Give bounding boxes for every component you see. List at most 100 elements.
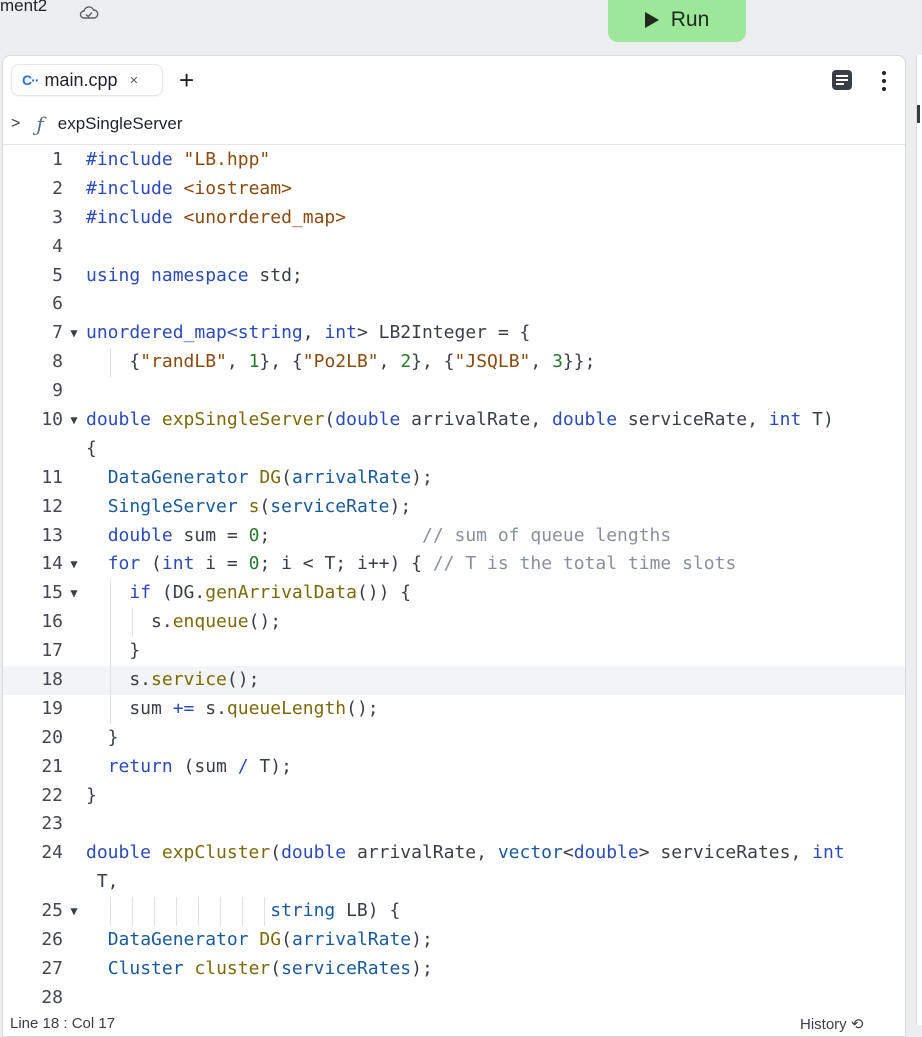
code-editor[interactable]: 1 #include "LB.hpp" 2 #include <iostream> 3 #…	[3, 146, 905, 1013]
more-options-icon[interactable]	[879, 70, 889, 92]
breadcrumb-function-name[interactable]: expSingleServer	[58, 114, 183, 134]
code-line[interactable]: 26 DataGenerator DG(arrivalRate);	[3, 926, 905, 955]
add-tab-icon[interactable]: +	[179, 64, 194, 96]
code-token: double	[86, 842, 162, 864]
code-token: serviceRate	[270, 495, 390, 517]
code-token: serviceRate,	[627, 409, 769, 431]
line-number: 1	[52, 149, 63, 170]
line-number: 16	[41, 611, 63, 633]
code-token: arrivalRate,	[411, 409, 553, 431]
code-token: 3	[552, 351, 563, 373]
code-token: queueLength	[226, 697, 347, 719]
code-token: 1	[248, 351, 260, 373]
line-number: 13	[41, 524, 63, 546]
fold-toggle-icon[interactable]: ▼	[67, 550, 81, 579]
tab-bar: C·· main.cpp × +	[3, 56, 905, 104]
code-text: T,	[86, 868, 119, 897]
code-token: ()) {	[356, 582, 412, 604]
code-line[interactable]: 3 #include <unordered_map>	[3, 204, 905, 233]
code-line[interactable]: 18 s.service();	[3, 666, 905, 695]
fold-toggle-icon[interactable]: ▼	[67, 579, 81, 608]
code-line[interactable]: T,	[3, 868, 905, 897]
code-text: sum += s.queueLength();	[86, 695, 378, 724]
code-text: double expSingleServer(double arrivalRat…	[86, 406, 834, 435]
code-line[interactable]: 16 s.enqueue();	[3, 608, 905, 638]
code-token: #include	[86, 149, 184, 170]
code-token: /	[237, 755, 249, 777]
tab-label: main.cpp	[44, 69, 118, 90]
code-text: double expCluster(double arrivalRate, ve…	[86, 839, 845, 868]
code-token: }, {	[259, 351, 303, 373]
code-token: s.	[194, 697, 227, 719]
code-token: }	[86, 726, 119, 748]
code-line[interactable]: 11 DataGenerator DG(arrivalRate);	[3, 464, 905, 493]
code-line[interactable]: 1 #include "LB.hpp"	[3, 146, 905, 175]
code-line[interactable]: 23	[3, 810, 905, 839]
code-token: double	[107, 524, 184, 546]
code-token: "randLB"	[140, 351, 227, 373]
code-line[interactable]: {	[3, 435, 905, 464]
tab-main-cpp[interactable]: C·· main.cpp ×	[11, 64, 163, 96]
code-text: using namespace std;	[86, 262, 303, 291]
code-token: {	[86, 437, 97, 459]
code-line[interactable]: 12 SingleServer s(serviceRate);	[3, 493, 905, 522]
run-button[interactable]: Run	[608, 0, 746, 42]
history-button[interactable]: History ⟲	[800, 1015, 863, 1033]
code-line[interactable]: 10 ▼ double expSingleServer(double arrival…	[3, 406, 905, 435]
code-token: "Po2LB"	[302, 351, 379, 373]
code-token: double	[335, 409, 412, 431]
code-token: (	[151, 553, 162, 575]
line-number: 20	[41, 726, 63, 748]
code-line[interactable]: 20 }	[3, 724, 905, 753]
code-token: );	[411, 929, 433, 951]
code-text: for (int i = 0; i < T; i++) { // T is th…	[86, 550, 737, 579]
code-line[interactable]: 14 ▼ for (int i = 0; i < T; i++) { // T i…	[3, 550, 905, 579]
code-token: #include	[86, 177, 184, 199]
code-token: #include	[86, 206, 184, 228]
code-token: for	[107, 553, 152, 575]
code-line[interactable]: 27 Cluster cluster(serviceRates);	[3, 955, 905, 984]
code-token: arrivalRate	[291, 466, 412, 488]
code-token: (	[281, 929, 292, 951]
document-icon[interactable]	[832, 70, 852, 90]
line-number: 12	[41, 495, 63, 517]
code-token: 2	[400, 351, 412, 373]
code-line[interactable]: 2 #include <iostream>	[3, 175, 905, 204]
fold-toggle-icon[interactable]: ▼	[67, 406, 81, 435]
project-name[interactable]: ment2	[0, 0, 47, 16]
code-line[interactable]: 8 {"randLB", 1}, {"Po2LB", 2}, {"JSQLB",…	[3, 348, 905, 378]
code-line[interactable]: 25 ▼ string LB) {	[3, 897, 905, 927]
code-line[interactable]: 7 ▼ unordered_map<string, int> LB2Integer …	[3, 319, 905, 348]
code-token: cluster	[194, 957, 271, 979]
fold-toggle-icon[interactable]: ▼	[67, 319, 81, 348]
code-text: #include "LB.hpp"	[86, 146, 270, 175]
chevron-right-icon[interactable]: >	[11, 115, 20, 133]
code-line[interactable]: 5 using namespace std;	[3, 262, 905, 291]
code-token: double	[573, 842, 639, 864]
code-line[interactable]: 15 ▼ if (DG.genArrivalData()) {	[3, 579, 905, 609]
code-line[interactable]: 17 }	[3, 637, 905, 667]
code-line[interactable]: 19 sum += s.queueLength();	[3, 694, 905, 724]
code-token: <	[562, 842, 574, 864]
code-token: double	[86, 409, 162, 431]
code-token: ();	[226, 669, 260, 691]
code-token: }	[86, 784, 97, 806]
code-line[interactable]: 6	[3, 290, 905, 319]
code-token: sum =	[183, 524, 249, 546]
code-line[interactable]: 4	[3, 233, 905, 262]
code-line[interactable]: 13 double sum = 0; // sum of queue lengt…	[3, 522, 905, 551]
code-token: using namespace	[86, 264, 249, 286]
close-tab-icon[interactable]: ×	[129, 72, 138, 89]
fold-toggle-icon[interactable]: ▼	[67, 897, 81, 926]
scrollbar-thumb[interactable]	[917, 105, 920, 123]
line-number: 17	[41, 640, 63, 662]
code-line[interactable]: 21 return (sum / T);	[3, 753, 905, 782]
code-line[interactable]: 22}	[3, 782, 905, 811]
line-number: 9	[52, 380, 63, 402]
code-token: (	[270, 842, 282, 864]
code-line[interactable]: 9	[3, 377, 905, 406]
code-token: T)	[812, 409, 834, 431]
code-line[interactable]: 24 double expCluster(double arrivalRate, …	[3, 839, 905, 868]
code-token: > serviceRates,	[638, 842, 813, 864]
